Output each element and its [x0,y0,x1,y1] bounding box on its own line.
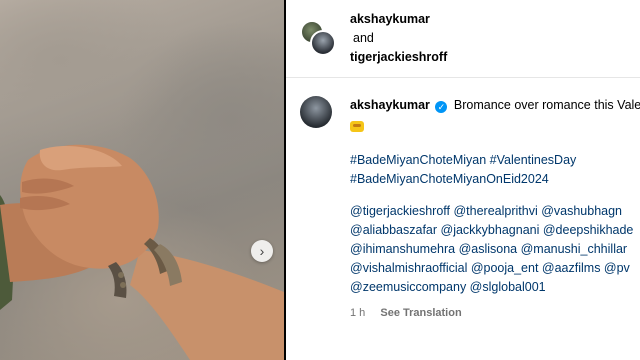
mentions-line[interactable]: @ihimanshumehra @aslisona @manushi_chhil… [350,240,640,259]
hashtag-line[interactable]: #BadeMiyanChoteMiyanOnEid2024 [350,170,640,189]
clasped-hands-image [0,144,284,360]
username-link-akshaykumar[interactable]: akshaykumar [350,10,447,29]
hashtag-block: #BadeMiyanChoteMiyan #ValentinesDay #Bad… [350,151,640,189]
username-link-tigerjackieshroff[interactable]: tigerjackieshroff [350,48,447,67]
post-header: akshaykumar and tigerjackieshroff [286,0,640,78]
verified-badge-icon: ✓ [435,101,448,113]
collab-usernames: akshaykumar and tigerjackieshroff [350,10,447,67]
post-details-panel: akshaykumar and tigerjackieshroff akshay… [286,0,640,360]
mentions-block: @tigerjackieshroff @therealprithvi @vash… [350,202,640,297]
post-timestamp[interactable]: 1 h [350,307,365,319]
post-photo: › [0,0,284,360]
see-translation-button[interactable]: See Translation [380,307,461,319]
caption-username-link[interactable]: akshaykumar [350,98,430,112]
mentions-line[interactable]: @zeemusiccompany @slglobal001 [350,278,640,297]
collab-avatars[interactable] [300,20,336,56]
hashtag-line[interactable]: #BadeMiyanChoteMiyan #ValentinesDay [350,151,640,170]
avatar [310,30,336,56]
mentions-line[interactable]: @vishalmishraofficial @pooja_ent @aazfil… [350,259,640,278]
caption-body: akshaykumar ✓ Bromance over romance this… [350,96,640,323]
tiger-face-emoji-icon [350,121,364,132]
next-media-button[interactable]: › [251,240,273,262]
mentions-line[interactable]: @aliabbaszafar @jackkybhagnani @deepshik… [350,221,640,240]
avatar[interactable] [300,96,332,128]
mentions-line[interactable]: @tigerjackieshroff @therealprithvi @vash… [350,202,640,221]
chevron-right-icon: › [259,243,265,259]
caption-text: Bromance over romance this Vale [453,98,640,112]
collab-connector-text: and [353,31,374,45]
caption-meta: 1 h See Translation [350,304,640,323]
